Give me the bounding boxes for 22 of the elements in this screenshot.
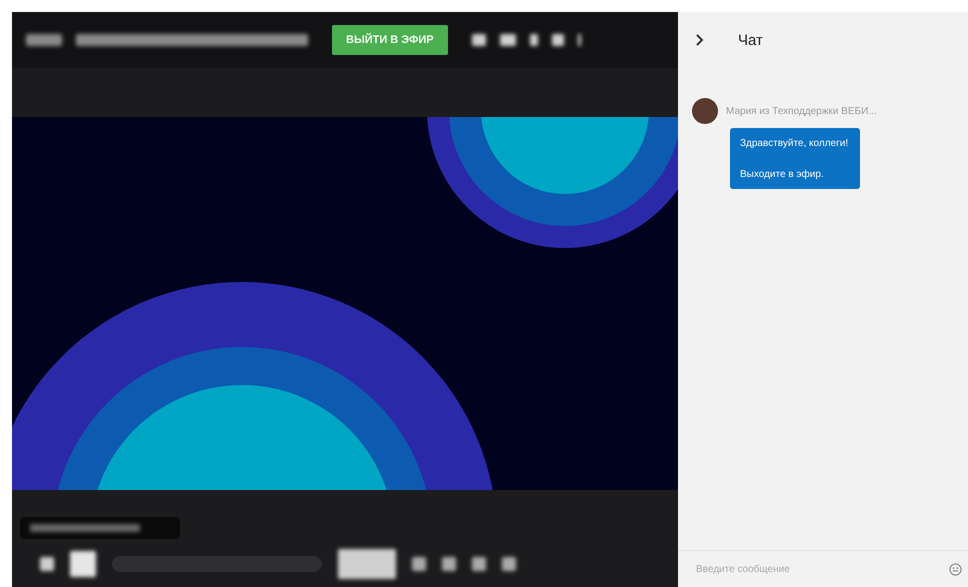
blurred-text	[26, 34, 62, 46]
blurred-icon[interactable]	[472, 557, 486, 571]
message-input[interactable]: Введите сообщение	[694, 562, 949, 576]
avatar	[692, 98, 718, 124]
blurred-icon[interactable]	[530, 34, 538, 46]
blurred-icon[interactable]	[578, 34, 581, 46]
message-text: Выходите в эфир.	[740, 169, 825, 180]
chat-title: Чат	[738, 32, 763, 48]
blurred-icon[interactable]	[338, 549, 396, 579]
blurred-icon[interactable]	[472, 34, 486, 46]
blurred-icon[interactable]	[552, 34, 564, 46]
blurred-icon[interactable]	[412, 557, 426, 571]
blurred-icon[interactable]	[442, 557, 456, 571]
message-text: Здравствуйте, коллеги!	[740, 138, 848, 149]
blurred-icon[interactable]	[70, 551, 96, 577]
blurred-icon[interactable]	[500, 34, 516, 46]
blurred-icon[interactable]	[502, 557, 516, 571]
go-live-button[interactable]: ВЫЙТИ В ЭФИР	[332, 25, 448, 55]
smiley-icon[interactable]	[949, 562, 962, 576]
sender-name: Мария из Техподдержки ВЕБИ...	[726, 106, 877, 116]
blurred-icon[interactable]	[40, 557, 54, 571]
chevron-right-icon[interactable]	[696, 34, 704, 46]
